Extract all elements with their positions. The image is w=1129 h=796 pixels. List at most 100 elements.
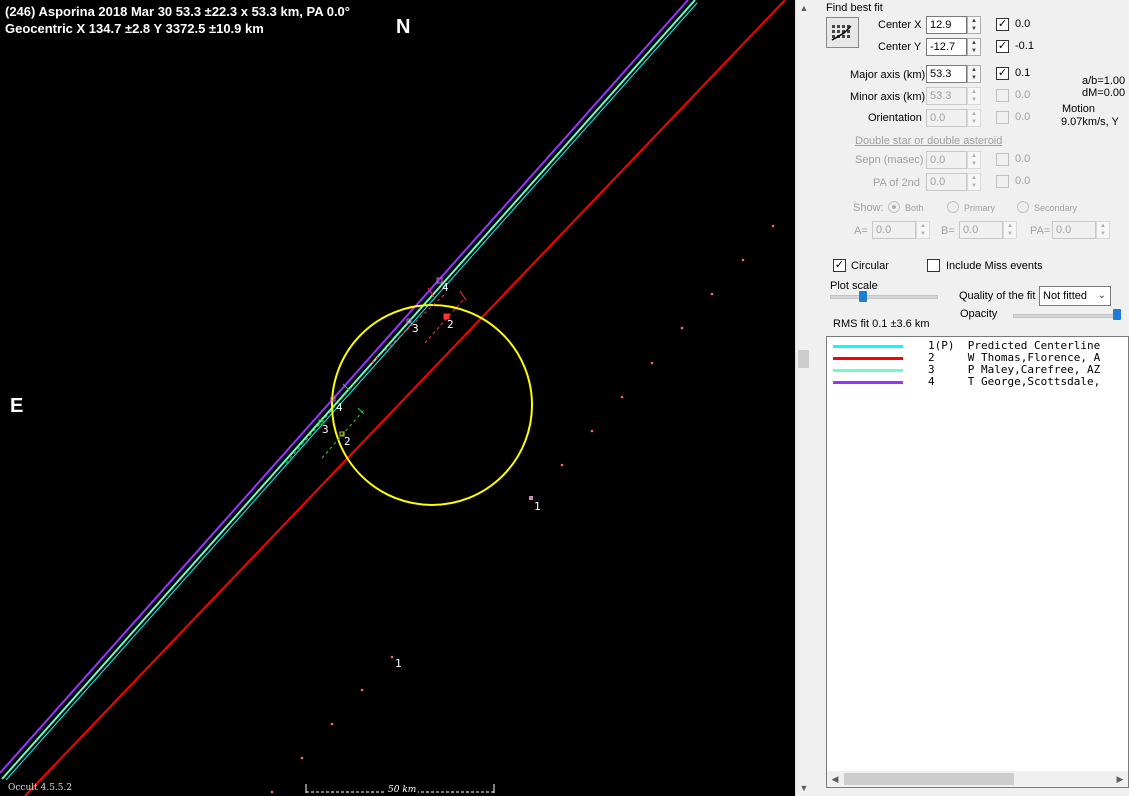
sepn-delta: 0.0 (1015, 153, 1031, 165)
center-x-delta: 0.0 (1015, 18, 1031, 30)
chord-legend[interactable]: 1(P) Predicted Centerline 2 W Thomas,Flo… (826, 336, 1129, 788)
major-axis-label: Major axis (km) (850, 69, 926, 81)
legend-text-4: 4 T George,Scottsdale, (928, 375, 1101, 388)
quality-select[interactable]: Not fitted ⌄ (1039, 286, 1111, 306)
major-axis-checkbox[interactable]: ✓ (996, 67, 1009, 80)
occultation-plot[interactable]: (246) Asporina 2018 Mar 30 53.3 ±22.3 x … (0, 0, 795, 796)
chevron-down-icon: ⌄ (1097, 290, 1106, 301)
find-best-fit-button[interactable] (826, 17, 859, 48)
pa2nd-input[interactable]: 0.0 (926, 173, 967, 191)
circular-checkbox[interactable]: ✓ (833, 259, 846, 272)
center-y-input[interactable]: -12.7 (926, 38, 967, 56)
chord-label-4-lower: 4 (336, 401, 343, 414)
show-secondary-radio[interactable] (1017, 201, 1029, 213)
center-x-checkbox[interactable]: ✓ (996, 18, 1009, 31)
legend-swatch-1 (833, 345, 903, 348)
show-both-label: Both (905, 203, 924, 213)
pa2nd-checkbox[interactable] (996, 175, 1009, 188)
minor-axis-checkbox[interactable] (996, 89, 1009, 102)
center-x-label: Center X (878, 19, 922, 31)
fit-panel: Find best fit Center X 12.9 ▲ ▼ ✓ 0.0 Cen… (812, 0, 1129, 796)
show-label: Show: (853, 202, 884, 214)
major-axis-spinner[interactable]: ▲ ▼ (967, 65, 981, 83)
plot-vertical-scrollbar[interactable]: ▲ ▼ (795, 0, 812, 796)
version-label: Occult 4.5.5.2 (8, 783, 73, 793)
orientation-delta: 0.0 (1015, 111, 1031, 123)
minor-axis-delta: 0.0 (1015, 89, 1031, 101)
minor-axis-spinner[interactable]: ▲ ▼ (967, 87, 981, 105)
legend-scroll-thumb[interactable] (844, 773, 1014, 785)
predicted-center-marker (529, 496, 533, 500)
center-y-spinner[interactable]: ▲ ▼ (967, 38, 981, 56)
pa-label: PA= (1030, 225, 1051, 237)
sepn-input[interactable]: 0.0 (926, 151, 967, 169)
plot-title-line1: (246) Asporina 2018 Mar 30 53.3 ±22.3 x … (5, 4, 350, 19)
include-miss-checkbox[interactable] (927, 259, 940, 272)
pa2nd-spinner[interactable]: ▲ ▼ (967, 173, 981, 191)
predicted-path-dots (270, 224, 775, 794)
orientation-checkbox[interactable] (996, 111, 1009, 124)
quality-value: Not fitted (1043, 290, 1088, 302)
chord-line-4 (0, 0, 689, 774)
include-miss-label: Include Miss events (946, 260, 1043, 272)
pa-spinner[interactable]: ▲ ▼ (1096, 221, 1110, 239)
center-y-label: Center Y (878, 41, 922, 53)
opacity-track[interactable] (1013, 314, 1121, 318)
pa-input[interactable]: 0.0 (1052, 221, 1096, 239)
fitted-ellipse (331, 304, 533, 506)
scroll-up-icon[interactable]: ▲ (796, 0, 812, 16)
major-axis-input[interactable]: 53.3 (926, 65, 967, 83)
center-y-checkbox[interactable]: ✓ (996, 40, 1009, 53)
chord-label-3-lower: 3 (322, 423, 329, 436)
scroll-left-icon[interactable]: ◀ (827, 771, 843, 787)
fit-grid-icon (831, 25, 852, 41)
predicted-label-1-upper: 1 (534, 500, 541, 513)
a-spinner[interactable]: ▲ ▼ (916, 221, 930, 239)
orientation-spinner[interactable]: ▲ ▼ (967, 109, 981, 127)
motion-value: 9.07km/s, Y (1061, 116, 1119, 128)
plot-scale-track[interactable] (830, 295, 938, 299)
sepn-spinner[interactable]: ▲ ▼ (967, 151, 981, 169)
legend-swatch-4 (833, 381, 903, 384)
sepn-label: Sepn (masec) (855, 154, 924, 166)
orientation-input[interactable]: 0.0 (926, 109, 967, 127)
predicted-label-1-lower: 1 (395, 657, 402, 670)
legend-swatch-3 (833, 369, 903, 372)
a-input[interactable]: 0.0 (872, 221, 916, 239)
opacity-thumb[interactable] (1113, 309, 1121, 320)
scroll-thumb[interactable] (798, 350, 809, 368)
plot-scale-thumb[interactable] (859, 291, 867, 302)
east-label: E (10, 395, 24, 417)
show-both-radio[interactable] (888, 201, 900, 213)
scale-bar-label: 50 km (386, 785, 419, 795)
north-label: N (396, 16, 411, 38)
scroll-right-icon[interactable]: ▶ (1112, 771, 1128, 787)
show-primary-radio[interactable] (947, 201, 959, 213)
legend-swatch-2 (833, 357, 903, 360)
orientation-label: Orientation (868, 112, 922, 124)
chord-line-1 (5, 2, 698, 781)
sepn-checkbox[interactable] (996, 153, 1009, 166)
plot-canvas (0, 0, 786, 796)
double-star-link[interactable]: Double star or double asteroid (855, 135, 1002, 147)
center-x-input[interactable]: 12.9 (926, 16, 967, 34)
quality-label: Quality of the fit (959, 290, 1036, 302)
b-spinner[interactable]: ▲ ▼ (1003, 221, 1017, 239)
center-x-spinner[interactable]: ▲ ▼ (967, 16, 981, 34)
show-secondary-label: Secondary (1034, 203, 1078, 213)
find-best-fit-label: Find best fit (826, 2, 883, 14)
chord-label-4-upper: 4 (442, 281, 449, 294)
minor-axis-input[interactable]: 53.3 (926, 87, 967, 105)
chord-label-2-lower: 2 (344, 435, 351, 448)
rms-fit-label: RMS fit 0.1 ±3.6 km (833, 318, 930, 330)
plot-scale-label: Plot scale (830, 280, 878, 292)
chord-line-2 (24, 0, 786, 796)
plot-title-line2: Geocentric X 134.7 ±2.8 Y 3372.5 ±10.9 k… (5, 21, 264, 36)
b-input[interactable]: 0.0 (959, 221, 1003, 239)
scroll-down-icon[interactable]: ▼ (796, 780, 812, 796)
major-axis-delta: 0.1 (1015, 67, 1031, 79)
motion-label: Motion (1062, 103, 1096, 115)
show-primary-label: Primary (964, 203, 995, 213)
ab-ratio: a/b=1.00 (1082, 75, 1126, 87)
legend-horizontal-scrollbar[interactable]: ◀ ▶ (827, 771, 1128, 787)
